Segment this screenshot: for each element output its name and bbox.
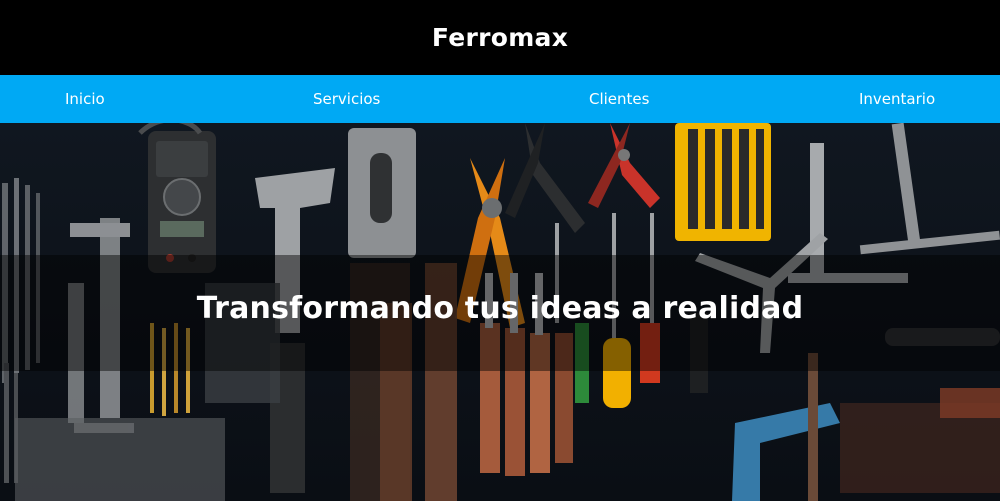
main-nav: Inicio Servicios Clientes Inventario: [0, 75, 1000, 123]
brand-logo[interactable]: Ferromax: [432, 23, 568, 52]
nav-item-inicio[interactable]: Inicio: [65, 75, 105, 123]
nav-item-clientes[interactable]: Clientes: [589, 75, 649, 123]
hero-section: Transformando tus ideas a realidad: [0, 123, 1000, 501]
site-header: Ferromax: [0, 0, 1000, 75]
nav-item-servicios[interactable]: Servicios: [313, 75, 380, 123]
multimeter-icon: [138, 123, 216, 273]
nav-item-inventario[interactable]: Inventario: [859, 75, 935, 123]
screwdriver-set-icon: [675, 123, 771, 241]
hero-title: Transformando tus ideas a realidad: [196, 291, 804, 326]
